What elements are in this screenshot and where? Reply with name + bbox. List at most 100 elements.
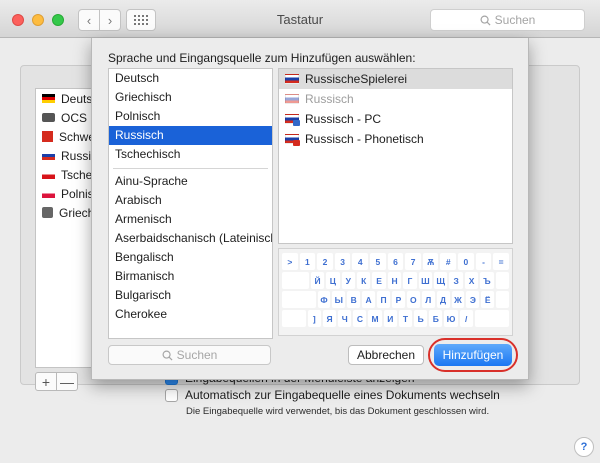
keyboard-row: ЙЦУКЕНГШЩЗХЪ	[282, 272, 510, 289]
input-source-item[interactable]: Tschechisch	[36, 165, 126, 184]
window-search-placeholder: Suchen	[494, 13, 536, 27]
keyboard-key: В	[347, 291, 361, 308]
keyboard-key: >	[282, 253, 298, 270]
russia-flag-icon	[42, 151, 55, 160]
language-list-divider	[109, 164, 272, 172]
language-item[interactable]: Polnisch	[109, 107, 272, 126]
keyboard-key: Т	[398, 310, 413, 327]
keyboard-key: Ш	[418, 272, 433, 289]
search-icon	[480, 15, 491, 26]
keyboard-key: Ц	[326, 272, 340, 289]
cancel-button[interactable]: Abbrechen	[348, 345, 424, 365]
remove-input-source-button[interactable]: —	[56, 372, 78, 391]
keyboard-key: Л	[421, 291, 435, 308]
language-item[interactable]: Birmanisch	[109, 267, 272, 286]
keyboard-key-blank	[496, 291, 510, 308]
help-button[interactable]: ?	[574, 437, 594, 457]
keyboard-key: О	[406, 291, 420, 308]
language-item[interactable]: Deutsch	[109, 69, 272, 88]
germany-flag-icon	[42, 94, 55, 103]
keyboard-row: ] Я Ч С М И Т Ь Б Ю /	[282, 310, 510, 327]
input-source-option-label: Russisch - Phonetisch	[305, 132, 424, 146]
keyboard-key: Щ	[434, 272, 448, 289]
keyboard-key: 6	[387, 253, 404, 270]
keyboard-key: =	[493, 253, 509, 270]
keyboard-icon	[42, 113, 55, 122]
switzerland-flag-icon	[42, 131, 53, 142]
search-icon	[162, 350, 173, 361]
input-source-item[interactable]: Russisch	[36, 146, 110, 165]
language-item[interactable]: Ainu-Sprache	[109, 172, 272, 191]
keyboard-key: Г	[403, 272, 417, 289]
keyboard-row: >1 2 3 4 5 6 7 Ѫ #0- =	[282, 253, 509, 270]
poland-flag-icon	[42, 189, 55, 198]
language-search-input[interactable]: Suchen	[108, 345, 271, 365]
input-source-label: OCS	[61, 110, 88, 125]
keyboard-key: 5	[370, 253, 386, 270]
russia-phonetic-flag-icon	[285, 134, 300, 146]
keyboard-key: Н	[387, 272, 402, 289]
language-item[interactable]: Arabisch	[109, 191, 272, 210]
keyboard-key: 3	[334, 253, 351, 270]
keyboard-key: Э	[466, 291, 480, 308]
input-source-option-selected[interactable]: RussischeSpielerei	[279, 69, 512, 89]
language-item[interactable]: Aserbaidschanisch (Lateinisch)	[109, 229, 272, 248]
window-titlebar: ‹ › Tastatur Suchen	[0, 0, 600, 38]
input-source-item[interactable]: Schweiz	[36, 127, 104, 146]
auto-switch-checkbox[interactable]	[165, 388, 178, 402]
keyboard-key: Я	[322, 310, 337, 327]
input-source-option-label: Russisch - PC	[305, 112, 382, 126]
keyboard-row: ФЫВАПРОЛДЖЭЁ	[282, 291, 510, 308]
keyboard-key: Ъ	[480, 272, 494, 289]
czech-flag-icon	[42, 170, 55, 179]
input-source-options-list[interactable]: RussischeSpielerei Russisch Russisch - P…	[278, 68, 513, 244]
language-item[interactable]: Griechisch	[109, 88, 272, 107]
keyboard-key: Й	[310, 272, 325, 289]
greek-keyboard-icon	[42, 207, 53, 218]
russia-pc-flag-icon	[285, 114, 300, 126]
keyboard-key: ]	[307, 310, 321, 327]
input-source-option[interactable]: Russisch - PC	[279, 109, 512, 129]
russia-flag-icon	[285, 74, 299, 84]
add-button[interactable]: Hinzufügen	[434, 344, 512, 366]
language-item[interactable]: Tschechisch	[109, 145, 272, 164]
language-item-selected[interactable]: Russisch	[109, 126, 272, 145]
keyboard-key: /	[459, 310, 473, 327]
keyboard-key: 0	[458, 253, 474, 270]
russia-flag-icon	[285, 94, 299, 104]
language-item[interactable]: Bulgarisch	[109, 286, 272, 305]
keyboard-key-blank	[282, 291, 316, 308]
language-item[interactable]: Cherokee	[109, 305, 272, 324]
keyboard-key: Б	[429, 310, 443, 327]
keyboard-key: Х	[464, 272, 479, 289]
input-source-item[interactable]: Griechisch	[36, 203, 116, 222]
keyboard-key: 2	[317, 253, 333, 270]
keyboard-key: Ь	[414, 310, 428, 327]
auto-switch-option[interactable]: Automatisch zur Eingabequelle eines Doku…	[165, 388, 500, 402]
keyboard-layout-preview: >1 2 3 4 5 6 7 Ѫ #0- = ЙЦУКЕНГШЩЗХЪ ФЫВАПРОЛДЖЭЁ …	[278, 248, 513, 336]
language-search-placeholder: Suchen	[176, 348, 218, 362]
input-source-item[interactable]: OCS	[36, 108, 96, 127]
keyboard-key-blank	[282, 310, 306, 327]
input-source-item[interactable]: Polnisch	[36, 184, 106, 203]
input-source-option-label: Russisch	[305, 92, 354, 106]
keyboard-key: М	[368, 310, 382, 327]
keyboard-key: Ѫ	[422, 253, 439, 270]
keyboard-key: У	[341, 272, 356, 289]
keyboard-key: 1	[299, 253, 316, 270]
keyboard-key-blank	[474, 310, 510, 327]
keyboard-key: А	[362, 291, 376, 308]
window-search-input[interactable]: Suchen	[430, 9, 585, 31]
input-source-option[interactable]: Russisch - Phonetisch	[279, 129, 512, 149]
keyboard-key-blank	[282, 272, 309, 289]
add-input-source-sheet: Sprache und Eingangsquelle zum Hinzufüge…	[91, 38, 529, 380]
keyboard-key: 7	[405, 253, 421, 270]
language-item[interactable]: Armenisch	[109, 210, 272, 229]
add-input-source-button[interactable]: +	[35, 372, 57, 391]
keyboard-key: И	[383, 310, 397, 327]
language-item[interactable]: Bengalisch	[109, 248, 272, 267]
input-source-option-label: RussischeSpielerei	[305, 72, 408, 86]
input-sources-list[interactable]: Deutsch OCS Schweiz Russisch Tschechisch…	[35, 88, 126, 368]
input-source-item[interactable]: Deutsch	[36, 89, 105, 108]
language-list[interactable]: Deutsch Griechisch Polnisch Russisch Tsc…	[108, 68, 273, 339]
